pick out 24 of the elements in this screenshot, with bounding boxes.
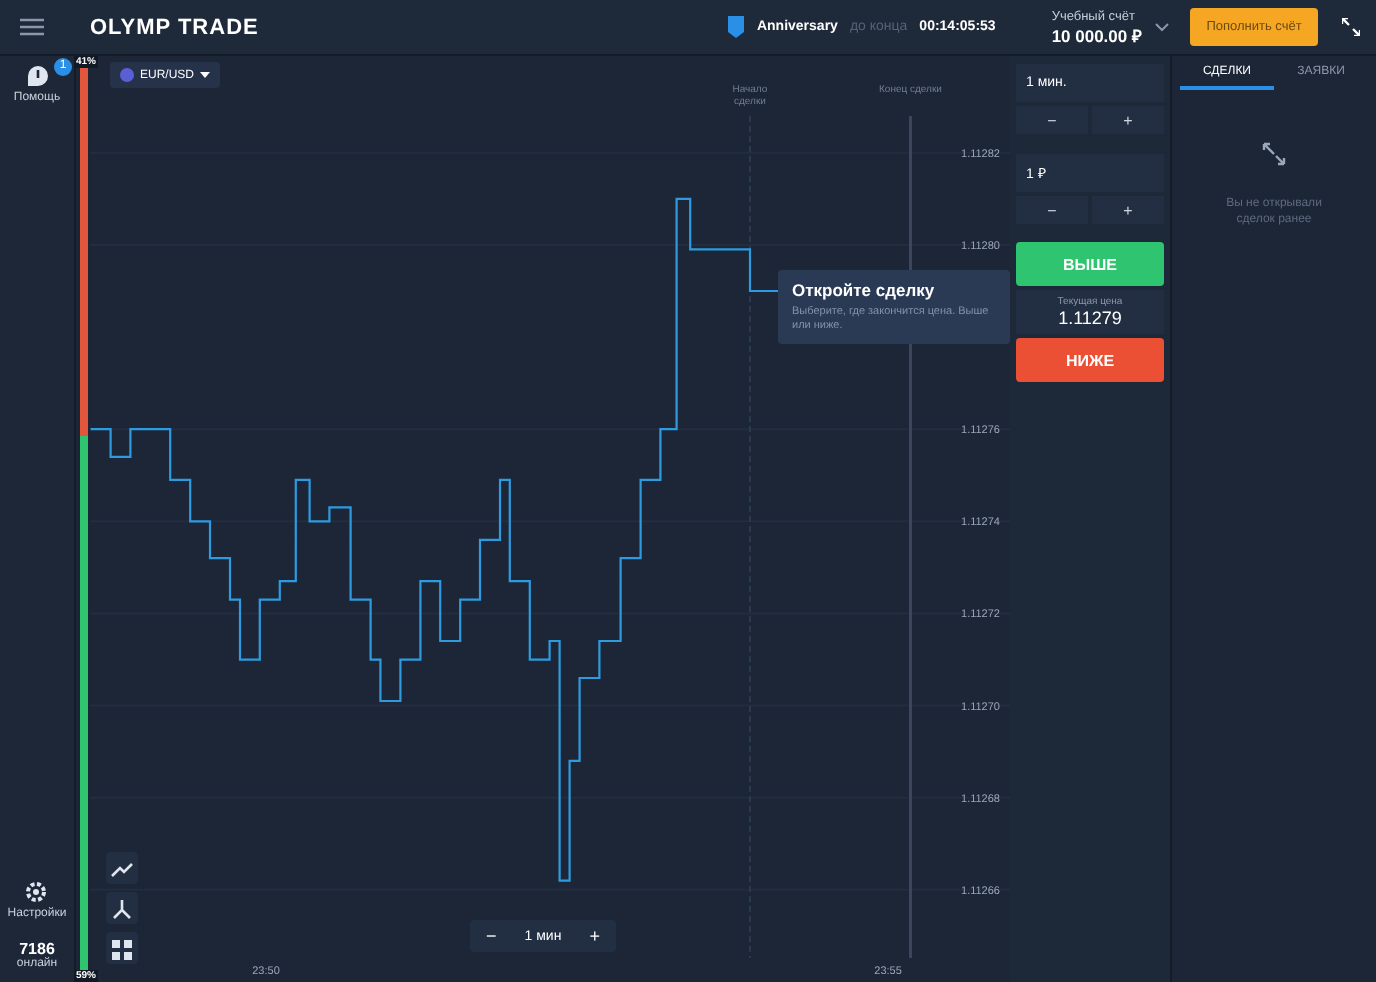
account-balance: 10 000.00 ₽: [1051, 23, 1142, 45]
branch-icon[interactable]: [106, 892, 138, 924]
increase-button[interactable]: +: [1092, 196, 1164, 224]
arrows-icon: [1260, 140, 1288, 168]
zoom-out-button[interactable]: −: [486, 926, 497, 946]
decrease-button[interactable]: −: [1016, 196, 1088, 224]
chevron-down-icon[interactable]: [1154, 21, 1170, 33]
chat-icon: [25, 64, 49, 88]
grid-icon[interactable]: [106, 932, 138, 964]
caret-icon: [200, 71, 211, 79]
flag-icon: [120, 68, 134, 82]
online-count: 7186: [19, 940, 55, 958]
tooltip-title: Откройте сделку: [792, 280, 937, 300]
zoom-in-button[interactable]: +: [589, 926, 600, 946]
decrease-button[interactable]: −: [1016, 106, 1088, 134]
collapse-icon[interactable]: [1342, 18, 1360, 36]
logo: OLYMP TRADE: [90, 15, 261, 39]
current-price: 1.11279: [1058, 308, 1122, 328]
line-chart-icon[interactable]: [106, 852, 138, 884]
gear-icon: [24, 880, 49, 904]
lower-button[interactable]: НИЖЕ: [1016, 338, 1164, 382]
increase-button[interactable]: +: [1092, 106, 1164, 134]
menu-icon[interactable]: [20, 18, 44, 36]
shield-icon: [728, 16, 745, 38]
